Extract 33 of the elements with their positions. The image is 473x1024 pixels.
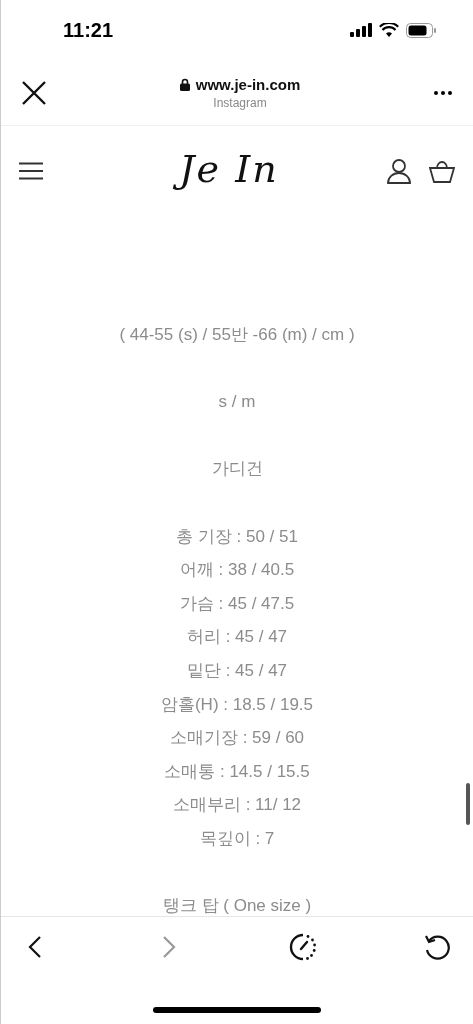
size-text: 암홀(H) : 18.5 / 19.5	[160, 693, 314, 716]
lock-icon	[179, 77, 190, 91]
more-button[interactable]	[433, 89, 453, 96]
account-button[interactable]	[387, 158, 411, 184]
size-text: 소매부리 : 11/ 12	[172, 794, 302, 817]
signal-icon	[350, 23, 372, 37]
size-text: 총 기장 : 50 / 51	[176, 525, 298, 548]
back-icon	[28, 935, 42, 959]
forward-icon	[162, 935, 176, 959]
size-text: s / m	[218, 391, 256, 414]
reload-icon	[423, 933, 451, 961]
size-text: 가디건	[211, 458, 263, 481]
wifi-icon	[379, 23, 399, 37]
size-text: 목깊이 : 7	[199, 827, 275, 850]
site-logo[interactable]: Je In	[173, 144, 287, 198]
status-time: 11:21	[63, 18, 114, 42]
cart-button[interactable]	[429, 159, 455, 183]
speed-button[interactable]	[287, 931, 319, 963]
size-text: 허리 : 45 / 47	[186, 626, 288, 649]
close-button[interactable]	[21, 79, 47, 106]
size-text: 가슴 : 45 / 47.5	[179, 592, 295, 615]
gauge-icon	[288, 932, 318, 962]
source-app-label: Instagram	[213, 95, 267, 110]
battery-icon	[406, 22, 437, 38]
size-text: 탱크 탑 ( One size )	[162, 895, 312, 916]
size-text: 소매기장 : 59 / 60	[169, 727, 305, 750]
scroll-indicator	[466, 783, 470, 825]
size-text: ( 44-55 (s) / 55반 -66 (m) / cm )	[119, 324, 355, 346]
size-text: 어깨 : 38 / 40.5	[179, 559, 295, 582]
size-text: 소매통 : 14.5 / 15.5	[164, 760, 310, 783]
page-url: www.je-in.com	[195, 75, 301, 93]
menu-button[interactable]	[19, 162, 43, 180]
size-text: 밑단 : 45 / 47	[186, 659, 288, 682]
